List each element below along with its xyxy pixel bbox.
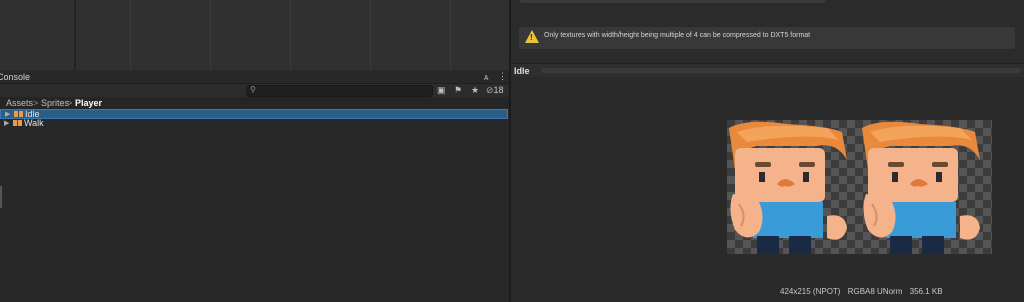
sprite-image [729, 121, 980, 254]
asset-list: ▶ Idle ▶ Walk [0, 109, 509, 302]
sprite-preview [727, 120, 992, 254]
texture-info: 424x215 (NPOT) RGBA8 UNorm 356.1 KB [780, 287, 948, 296]
preview-header[interactable]: Idle [511, 63, 1024, 78]
warning-exclamation-icon: ! [530, 33, 533, 42]
expand-arrow-icon[interactable]: ▶ [5, 110, 10, 118]
breadcrumb: Assets > Sprites > Player [0, 97, 509, 109]
hidden-packages-count[interactable]: ⊘18 [486, 85, 504, 96]
breadcrumb-player[interactable]: Player [75, 98, 102, 108]
texture-size: 356.1 KB [909, 287, 943, 296]
list-item-label: Walk [24, 118, 44, 128]
project-toolbar: ⚲ ▣ ⚑ ★ ⊘18 [0, 84, 509, 98]
breadcrumb-sprites[interactable]: Sprites [41, 98, 69, 108]
texture-dimensions: 424x215 (NPOT) [780, 287, 841, 296]
scene-view[interactable] [0, 0, 509, 70]
grid-line [210, 0, 211, 70]
grid-line [130, 0, 131, 70]
compression-dropdown[interactable] [520, 0, 826, 3]
filter-by-type-icon[interactable]: ▣ [437, 85, 446, 96]
breadcrumb-assets[interactable]: Assets [6, 98, 33, 108]
console-tab-bar: Console ᴀ ⋮ [0, 71, 509, 84]
tab-console[interactable]: Console [0, 72, 30, 82]
warning-message: Only textures with width/height being mu… [544, 32, 811, 39]
grid-line [450, 0, 451, 70]
resize-handle[interactable] [0, 186, 2, 208]
scene-splitter [74, 0, 76, 70]
preview-title: Idle [514, 66, 530, 76]
warning-helpbox: ! Only textures with width/height being … [518, 26, 1016, 50]
breadcrumb-separator: > [33, 98, 39, 108]
filter-by-label-icon[interactable]: ⚑ [454, 85, 462, 96]
favorites-star-icon[interactable]: ★ [471, 85, 479, 96]
search-icon: ⚲ [250, 85, 256, 94]
character-frame-2 [862, 121, 980, 254]
sprite-thumbnail-icon [13, 120, 22, 126]
search-field[interactable]: ⚲ [246, 85, 433, 97]
preview-header-bar [541, 68, 1021, 73]
list-item-walk[interactable]: ▶ Walk [0, 118, 509, 129]
search-input[interactable] [259, 86, 427, 96]
character-frame-1 [729, 121, 847, 254]
lock-icon[interactable]: ᴀ [484, 72, 488, 82]
more-menu-icon[interactable]: ⋮ [498, 71, 507, 82]
grid-line [370, 0, 371, 70]
list-item-idle[interactable]: ▶ Idle [0, 109, 508, 119]
texture-format: RGBA8 UNorm [847, 287, 903, 296]
expand-arrow-icon[interactable]: ▶ [4, 119, 9, 127]
sprite-thumbnail-icon [14, 111, 23, 117]
grid-line [290, 0, 291, 70]
breadcrumb-separator: > [67, 98, 73, 108]
